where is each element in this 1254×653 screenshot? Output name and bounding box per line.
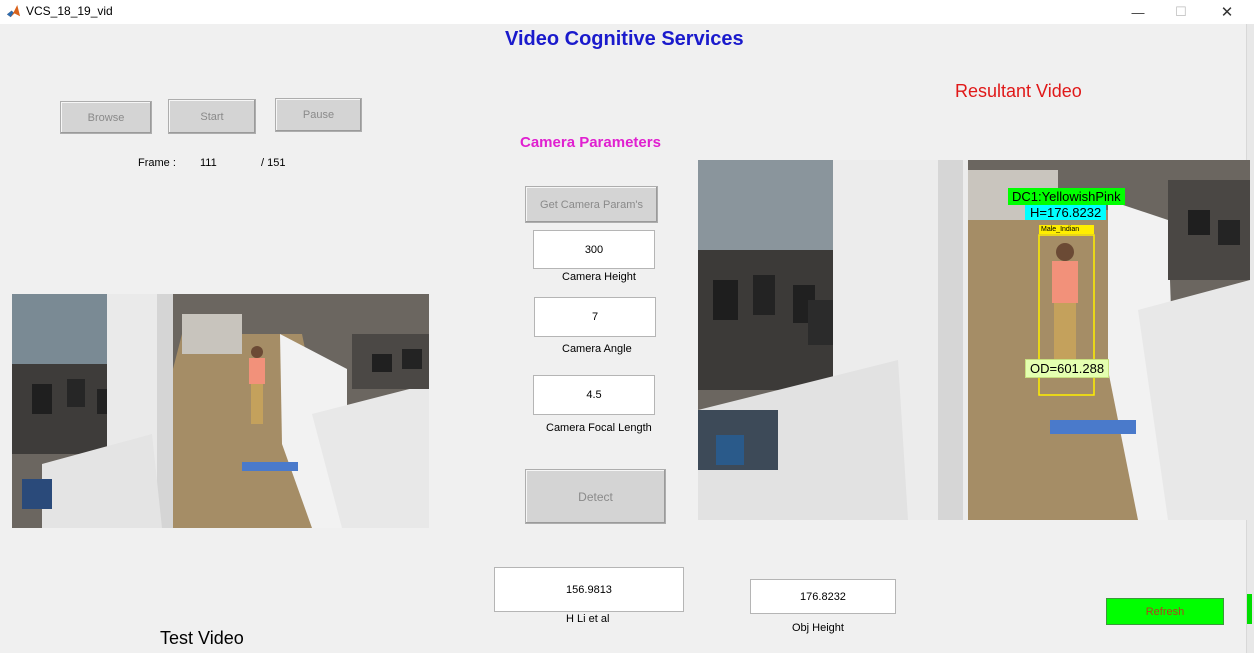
test-video-title: Test Video — [160, 628, 244, 648]
resultant-video-frame: DC1:YellowishPink H=176.8232 Male_Indian… — [698, 160, 1250, 520]
dominant-color-overlay: DC1:YellowishPink — [1008, 188, 1125, 205]
detect-button[interactable]: Detect — [525, 469, 666, 524]
camera-angle-field[interactable]: 7 — [534, 297, 656, 337]
minimize-button[interactable]: — — [1115, 0, 1161, 24]
window-title: VCS_18_19_vid — [26, 4, 113, 18]
camera-height-field[interactable]: 300 — [533, 230, 655, 269]
camera-focal-length-label: Camera Focal Length — [546, 422, 652, 434]
maximize-icon: ☐ — [1175, 4, 1187, 19]
camera-parameters-title: Camera Parameters — [520, 134, 661, 151]
class-overlay: Male_Indian — [1039, 225, 1094, 234]
frame-current: 111 — [200, 157, 217, 169]
camera-focal-length-field[interactable]: 4.5 — [533, 375, 655, 415]
partial-green-button[interactable] — [1247, 594, 1252, 624]
refresh-button[interactable]: Refresh — [1106, 598, 1224, 625]
browse-button[interactable]: Browse — [60, 101, 152, 134]
app-title: Video Cognitive Services — [505, 28, 744, 50]
obj-height-field[interactable]: 176.8232 — [750, 579, 896, 614]
minimize-icon: — — [1131, 4, 1145, 20]
h-li-et-al-label: H Li et al — [566, 613, 610, 625]
object-distance-overlay: OD=601.288 — [1025, 359, 1110, 378]
close-icon: ✕ — [1220, 4, 1234, 21]
matlab-icon — [6, 4, 21, 18]
get-camera-params-button[interactable]: Get Camera Param's — [525, 186, 658, 223]
camera-angle-label: Camera Angle — [562, 343, 632, 355]
test-video-frame — [12, 294, 429, 528]
maximize-button[interactable]: ☐ — [1158, 0, 1204, 24]
test-video-image — [12, 294, 429, 528]
resultant-video-image — [698, 160, 1250, 520]
pause-button[interactable]: Pause — [275, 98, 362, 132]
resultant-video-title: Resultant Video — [955, 81, 1082, 101]
frame-label: Frame : — [138, 157, 176, 169]
height-overlay: H=176.8232 — [1025, 205, 1107, 220]
close-button[interactable]: ✕ — [1204, 0, 1250, 24]
camera-height-label: Camera Height — [562, 271, 636, 283]
window-titlebar: VCS_18_19_vid — ☐ ✕ — [0, 0, 1254, 24]
start-button[interactable]: Start — [168, 99, 256, 134]
obj-height-label: Obj Height — [792, 622, 844, 634]
frame-total: / 151 — [261, 157, 286, 169]
h-li-et-al-field[interactable]: 156.9813 — [494, 567, 684, 612]
